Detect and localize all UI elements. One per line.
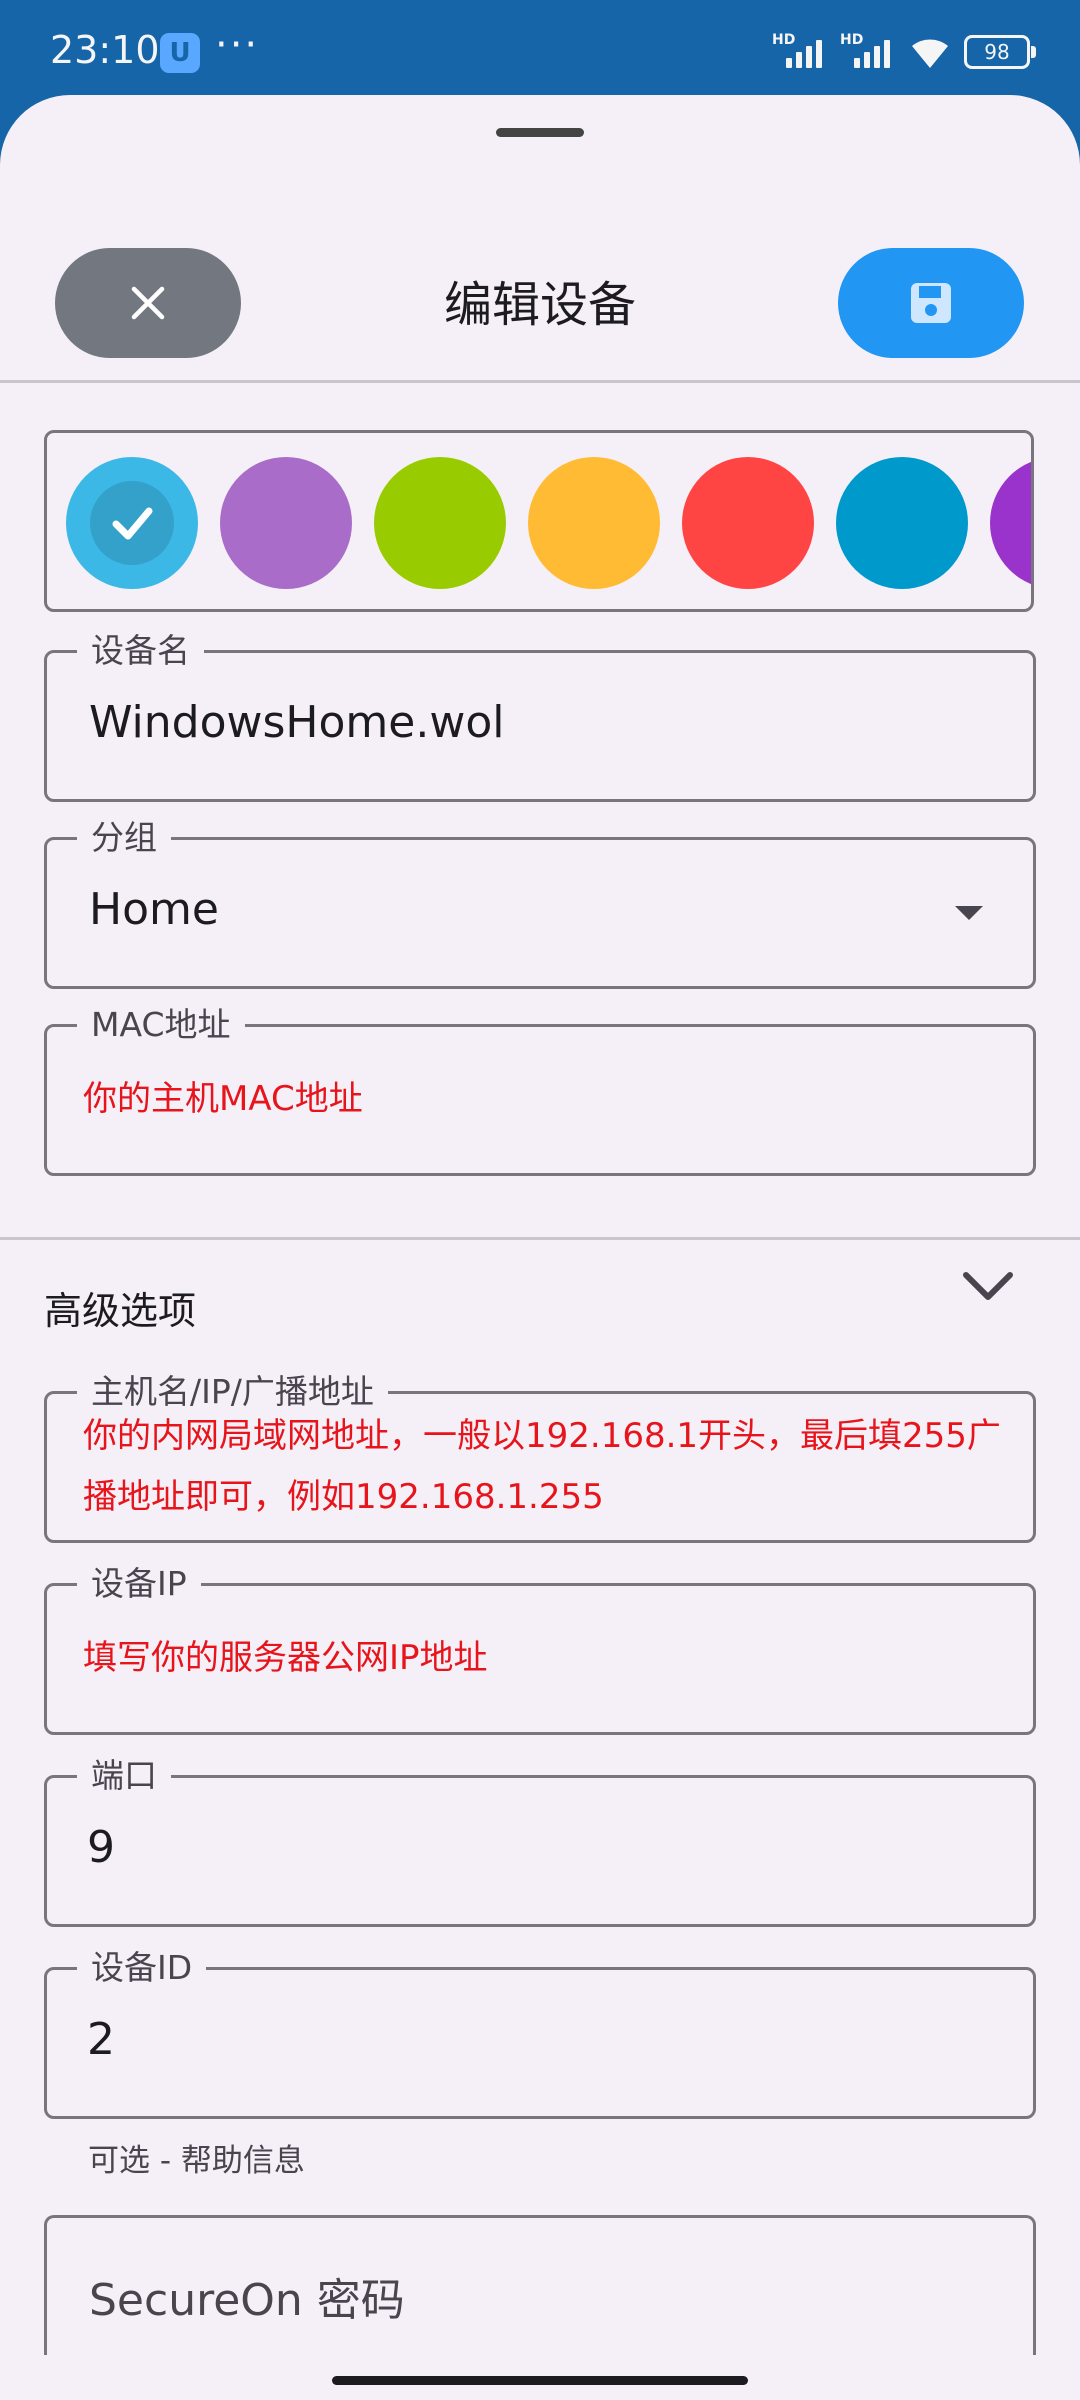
group-select[interactable]: 分组 Home (44, 818, 1036, 989)
status-bar: 23:10 U ··· HD HD 98 (0, 0, 1080, 105)
status-time: 23:10 (50, 28, 160, 72)
device-ip-label: 设备IP (77, 1564, 201, 1604)
app-notification-icon: U (160, 33, 200, 73)
drag-handle[interactable] (496, 128, 584, 137)
home-gesture-bar[interactable] (332, 2376, 748, 2385)
color-swatch-selected[interactable] (66, 457, 198, 589)
device-id-field[interactable]: 设备ID 2 (44, 1948, 1036, 2119)
device-name-label: 设备名 (77, 631, 204, 671)
color-swatch-red[interactable] (682, 457, 814, 589)
group-value: Home (89, 884, 219, 935)
advanced-options-title[interactable]: 高级选项 (44, 1280, 196, 1335)
wifi-icon (912, 39, 948, 68)
save-button[interactable] (838, 248, 1024, 358)
host-address-hint: 你的内网局域网地址，一般以192.168.1开头，最后填255广播地址即可，例如… (83, 1416, 1001, 1517)
mac-address-hint: 你的主机MAC地址 (83, 1079, 363, 1119)
check-icon (90, 481, 174, 565)
edit-device-sheet: 编辑设备 设备名 WindowsHome.wol 分组 Home MAC地址 你… (0, 95, 1080, 2400)
save-icon (911, 283, 951, 323)
color-swatch-orange[interactable] (528, 457, 660, 589)
device-id-value: 2 (87, 2014, 115, 2065)
port-field[interactable]: 端口 9 (44, 1756, 1036, 1927)
mac-address-label: MAC地址 (77, 1005, 245, 1045)
device-name-value: WindowsHome.wol (89, 697, 505, 748)
device-id-label: 设备ID (77, 1948, 207, 1988)
mac-address-field[interactable]: MAC地址 你的主机MAC地址 (44, 1005, 1036, 1176)
battery-icon: 98 (964, 35, 1036, 69)
color-swatch-green[interactable] (374, 457, 506, 589)
device-name-field[interactable]: 设备名 WindowsHome.wol (44, 631, 1036, 802)
port-label: 端口 (77, 1756, 171, 1796)
signal-icon: HD (772, 32, 828, 72)
helper-text: 可选 - 帮助信息 (88, 2143, 305, 2179)
device-ip-hint: 填写你的服务器公网IP地址 (83, 1638, 488, 1678)
dropdown-arrow-icon (955, 906, 983, 920)
signal-icon-2: HD (840, 32, 896, 72)
color-swatch-purple[interactable] (220, 457, 352, 589)
secureon-password-placeholder: SecureOn 密码 (89, 2275, 405, 2326)
port-value: 9 (87, 1822, 115, 1873)
color-picker (44, 430, 1034, 612)
group-label: 分组 (77, 818, 171, 858)
more-notifications-icon: ··· (215, 22, 260, 68)
section-divider (0, 1237, 1080, 1240)
color-swatch-blue[interactable] (836, 457, 968, 589)
color-swatch-violet[interactable] (990, 457, 1031, 589)
chevron-down-icon[interactable] (958, 1255, 1018, 1315)
device-ip-field[interactable]: 设备IP 填写你的服务器公网IP地址 (44, 1564, 1036, 1735)
host-address-field[interactable]: 主机名/IP/广播地址 你的内网局域网地址，一般以192.168.1开头，最后填… (44, 1372, 1036, 1543)
header-divider (0, 380, 1080, 383)
